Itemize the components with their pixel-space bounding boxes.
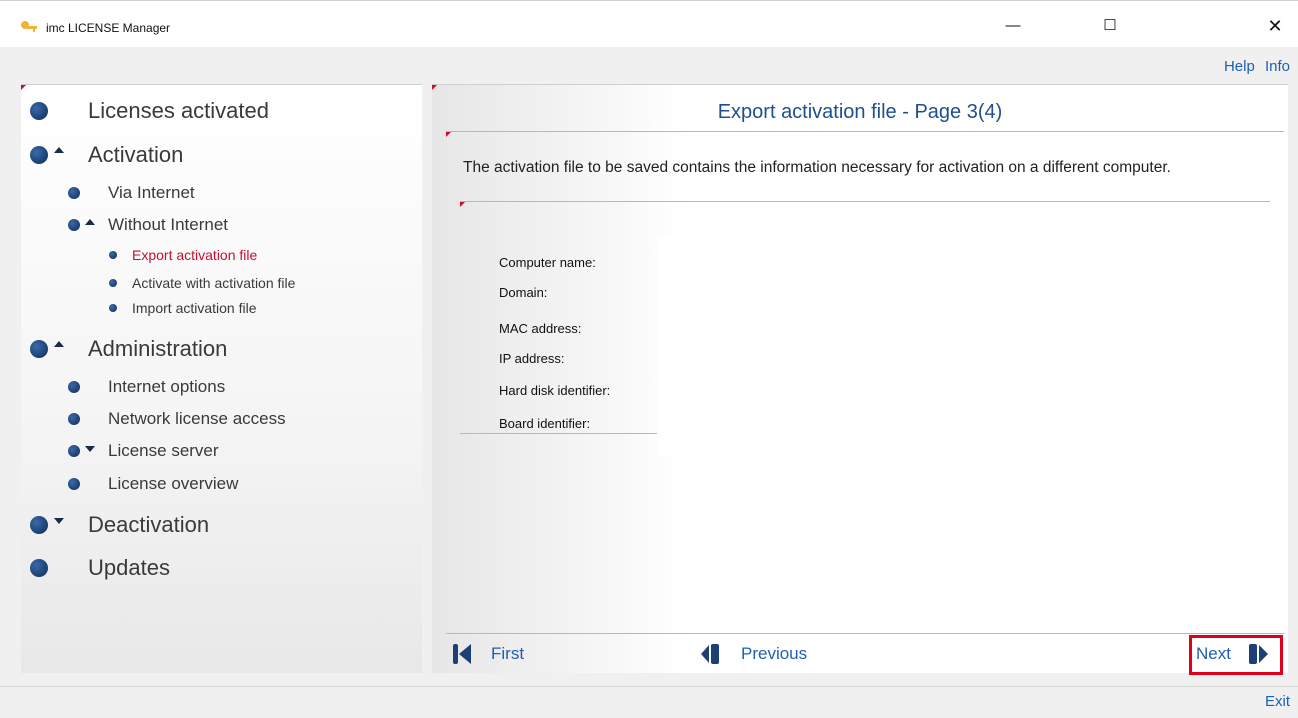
sidebar-item-label: Deactivation <box>88 512 210 537</box>
divider <box>446 131 1284 132</box>
sidebar-item-label: Activation <box>88 142 184 167</box>
next-icon <box>1248 644 1268 664</box>
bullet-icon <box>109 279 117 287</box>
bullet-icon <box>30 102 48 120</box>
bullet-icon <box>68 445 80 457</box>
sidebar-item-license-server[interactable]: License server <box>68 441 219 461</box>
bullet-icon <box>30 559 48 577</box>
sidebar-item-label: Export activation file <box>132 247 258 263</box>
chevron-down-icon <box>54 518 64 524</box>
chevron-up-icon <box>85 219 95 225</box>
top-links: Help Info <box>1218 58 1290 75</box>
next-button[interactable]: Next <box>1196 643 1269 665</box>
sidebar-item-label: License overview <box>108 474 239 493</box>
bullet-icon <box>109 251 117 259</box>
bullet-icon <box>30 146 48 164</box>
page-title: Export activation file - Page 3(4) <box>717 101 1003 123</box>
first-button[interactable]: First <box>451 643 524 665</box>
sidebar-item-label: Updates <box>88 555 170 580</box>
first-label: First <box>491 644 525 663</box>
chevron-up-icon <box>54 341 64 347</box>
sidebar-item-without-internet[interactable]: Without Internet <box>68 215 228 235</box>
sidebar-item-label: Licenses activated <box>88 98 269 123</box>
exit-link[interactable]: Exit <box>1265 693 1290 710</box>
close-button[interactable]: ✕ <box>1252 13 1298 39</box>
sidebar-item-activate-with-activation-file[interactable]: Activate with activation file <box>109 275 295 291</box>
sidebar-item-label: Without Internet <box>108 215 229 234</box>
maximize-button[interactable]: ☐ <box>1087 13 1133 39</box>
mac-address-label: MAC address: <box>499 321 582 336</box>
previous-icon <box>701 644 719 664</box>
domain-label: Domain: <box>499 285 548 300</box>
sidebar-item-export-activation-file[interactable]: Export activation file <box>109 247 257 263</box>
sidebar-item-label: Via Internet <box>108 183 195 202</box>
corner-marker-icon <box>21 85 26 90</box>
next-label: Next <box>1196 644 1231 663</box>
chevron-down-icon <box>85 446 95 452</box>
sidebar-item-via-internet[interactable]: Via Internet <box>68 183 195 203</box>
bullet-icon <box>68 478 80 490</box>
corner-marker-icon <box>460 202 465 207</box>
sidebar-item-internet-options[interactable]: Internet options <box>68 377 225 397</box>
ip-address-label: IP address: <box>499 351 565 366</box>
sidebar: Licenses activated Activation Via Intern… <box>21 84 422 673</box>
sidebar-item-label: Network license access <box>108 409 286 428</box>
hard-disk-identifier-label: Hard disk identifier: <box>499 383 611 398</box>
sidebar-item-network-license-access[interactable]: Network license access <box>68 409 286 429</box>
bullet-icon <box>68 219 80 231</box>
computer-name-label: Computer name: <box>499 255 596 270</box>
sidebar-item-updates[interactable]: Updates <box>30 555 170 581</box>
minimize-button[interactable]: — <box>990 13 1036 39</box>
previous-label: Previous <box>741 644 808 663</box>
window-title: imc LICENSE Manager <box>46 21 171 35</box>
corner-marker-icon <box>432 85 437 90</box>
board-identifier-label: Board identifier: <box>499 416 591 431</box>
sidebar-item-activation[interactable]: Activation <box>30 142 183 168</box>
first-icon <box>453 644 471 664</box>
bullet-icon <box>68 187 80 199</box>
sidebar-item-label: License server <box>108 441 219 460</box>
sidebar-item-import-activation-file[interactable]: Import activation file <box>109 300 257 316</box>
sidebar-item-licenses-activated[interactable]: Licenses activated <box>30 98 269 124</box>
main-panel: Export activation file - Page 3(4) The a… <box>432 84 1288 675</box>
help-link[interactable]: Help <box>1224 58 1255 75</box>
computer-info-box <box>657 235 857 457</box>
wizard-navigation: First Previous Next <box>432 633 1288 675</box>
chevron-up-icon <box>54 147 64 153</box>
title-bar: imc LICENSE Manager — ☐ ✕ <box>0 0 1298 47</box>
sidebar-item-license-overview[interactable]: License overview <box>68 474 238 494</box>
divider <box>460 433 657 434</box>
previous-button[interactable]: Previous <box>700 643 807 665</box>
bullet-icon <box>30 516 48 534</box>
sidebar-item-deactivation[interactable]: Deactivation <box>30 512 209 538</box>
description-text: The activation file to be saved contains… <box>463 159 1171 176</box>
divider <box>446 633 1284 634</box>
corner-marker-icon <box>446 132 451 137</box>
bullet-icon <box>68 413 80 425</box>
sidebar-item-label: Activate with activation file <box>132 275 296 291</box>
info-link[interactable]: Info <box>1265 58 1290 75</box>
divider <box>0 686 1298 687</box>
sidebar-item-label: Administration <box>88 336 228 361</box>
sidebar-item-label: Internet options <box>108 377 226 396</box>
sidebar-item-administration[interactable]: Administration <box>30 336 227 362</box>
divider <box>460 201 1270 202</box>
bullet-icon <box>109 304 117 312</box>
sidebar-item-label: Import activation file <box>132 300 257 316</box>
bullet-icon <box>68 381 80 393</box>
bullet-icon <box>30 340 48 358</box>
key-icon <box>21 21 37 32</box>
